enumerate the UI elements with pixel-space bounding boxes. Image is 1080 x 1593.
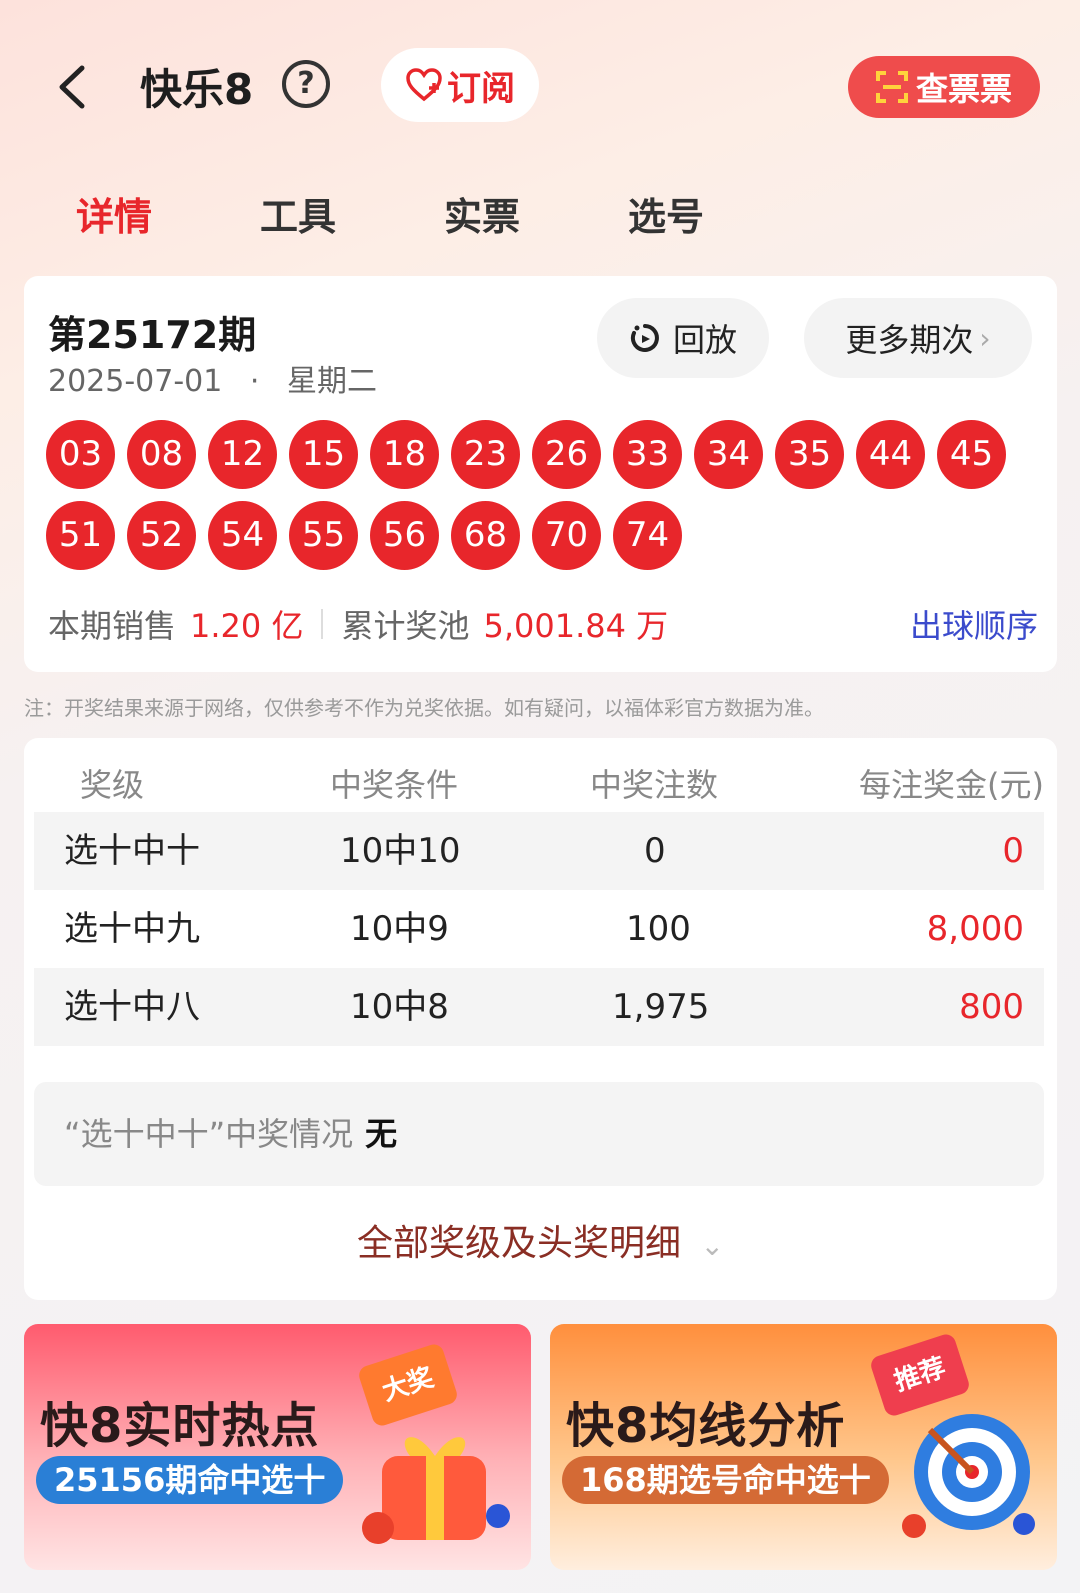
tab-number-picker[interactable]: 选号	[628, 186, 704, 241]
replay-icon	[630, 324, 659, 352]
number-ball: 12	[208, 420, 277, 489]
subscribe-label: 订阅	[447, 68, 515, 109]
replay-label: 回放	[672, 321, 737, 359]
number-ball: 33	[613, 420, 682, 489]
banner-title: 快8实时热点	[40, 1398, 320, 1454]
tab-bar: 详情 工具 实票 选号	[0, 186, 1080, 246]
row-level: 选十中十	[64, 831, 200, 871]
sales-label: 本期销售	[48, 607, 177, 645]
row-amount: 800	[959, 987, 1024, 1027]
help-icon[interactable]: ?	[282, 60, 330, 108]
moving-average-banner[interactable]: 推荐 快8均线分析 168期选号命中选十	[550, 1324, 1057, 1570]
header-count: 中奖注数	[590, 766, 719, 804]
header-amount: 每注奖金(元)	[859, 766, 1044, 804]
tab-real-tickets[interactable]: 实票	[444, 186, 520, 241]
number-ball: 08	[127, 420, 196, 489]
banner-subtitle: 168期选号命中选十	[562, 1456, 889, 1504]
table-row: 选十中九 10中9 100 8,000	[34, 890, 1044, 968]
winner-label: “选十中十”中奖情况	[64, 1115, 354, 1153]
prize-table-header: 奖级 中奖条件 中奖注数 每注奖金(元)	[34, 760, 1044, 816]
gift-box-icon	[362, 1437, 510, 1544]
row-count: 100	[626, 909, 691, 949]
header-condition: 中奖条件	[330, 766, 459, 804]
draw-date-line: 2025-07-01 · 星期二	[48, 356, 377, 400]
all-levels-toggle[interactable]: 全部奖级及头奖明细 ⌄	[24, 1214, 1057, 1266]
row-amount: 8,000	[926, 909, 1024, 949]
row-condition: 10中9	[350, 909, 449, 949]
pool-value: 5,001.84 万	[483, 607, 669, 645]
check-ticket-label: 查票票	[915, 70, 1012, 108]
row-level: 选十中九	[64, 909, 200, 949]
number-ball: 44	[856, 420, 925, 489]
row-level: 选十中八	[64, 987, 200, 1027]
draw-result-card: 第25172期 2025-07-01 · 星期二 回放 更多期次 › 03 08 1…	[24, 276, 1057, 672]
page-title: 快乐8	[140, 65, 254, 114]
number-ball: 15	[289, 420, 358, 489]
issue-number: 第25172期	[48, 313, 257, 357]
all-levels-label: 全部奖级及头奖明细	[357, 1223, 682, 1264]
more-issues-button[interactable]: 更多期次 ›	[804, 298, 1032, 378]
number-ball: 23	[451, 420, 520, 489]
row-count: 1,975	[612, 987, 710, 1027]
stats-divider	[321, 609, 324, 639]
number-ball: 34	[694, 420, 763, 489]
row-amount: 0	[1002, 831, 1024, 871]
hot-spot-banner[interactable]: 大奖 快8实时热点 25156期命中选十	[24, 1324, 531, 1570]
number-ball: 35	[775, 420, 844, 489]
draw-order-link[interactable]: 出球顺序	[910, 601, 1038, 647]
number-ball: 51	[46, 501, 115, 570]
number-ball: 54	[208, 501, 277, 570]
tab-details[interactable]: 详情	[76, 186, 152, 241]
top-bar: 快乐8 ? 订阅 查票票	[0, 40, 1080, 130]
sales-value: 1.20 亿	[190, 607, 304, 645]
draw-weekday: 星期二	[287, 364, 377, 399]
number-ball: 70	[532, 501, 601, 570]
number-ball: 74	[613, 501, 682, 570]
row-condition: 10中10	[340, 831, 461, 871]
replay-button[interactable]: 回放	[597, 298, 769, 378]
date-separator: ·	[249, 364, 260, 399]
number-ball: 45	[937, 420, 1006, 489]
header-level: 奖级	[80, 766, 145, 804]
dartboard-icon	[902, 1414, 1035, 1538]
banner-title: 快8均线分析	[566, 1398, 846, 1454]
row-count: 0	[644, 831, 666, 871]
sales-stats: 本期销售 1.20 亿 累计奖池 5,001.84 万 出球顺序	[48, 602, 1038, 646]
number-ball: 55	[289, 501, 358, 570]
number-ball: 68	[451, 501, 520, 570]
number-ball: 52	[127, 501, 196, 570]
winner-value: 无	[365, 1115, 398, 1153]
scan-icon	[875, 71, 908, 103]
top-prize-winner-box: “选十中十”中奖情况无	[34, 1082, 1044, 1186]
chevron-down-icon: ⌄	[700, 1229, 724, 1262]
number-ball: 56	[370, 501, 439, 570]
row-condition: 10中8	[350, 987, 449, 1027]
heart-plus-icon	[406, 68, 442, 102]
pool-label: 累计奖池	[341, 607, 470, 645]
disclaimer-note: 注：开奖结果来源于网络，仅供参考不作为兑奖依据。如有疑问，以福体彩官方数据为准。	[24, 696, 824, 720]
more-issues-label: 更多期次	[845, 321, 974, 359]
number-ball: 18	[370, 420, 439, 489]
check-ticket-button[interactable]: 查票票	[848, 56, 1040, 118]
back-arrow-icon[interactable]	[52, 64, 92, 110]
tab-tools[interactable]: 工具	[260, 186, 336, 241]
winning-numbers: 03 08 12 15 18 23 26 33 34 35 44 45 51 52 54 55 56 68 70 74	[46, 420, 1036, 570]
number-ball: 26	[532, 420, 601, 489]
table-row: 选十中八 10中8 1,975 800	[34, 968, 1044, 1046]
subscribe-button[interactable]: 订阅	[381, 48, 539, 122]
prize-card: 奖级 中奖条件 中奖注数 每注奖金(元) 选十中十 10中10 0 0 选十中九…	[24, 738, 1057, 1300]
chevron-right-icon: ›	[979, 321, 991, 355]
table-row: 选十中十 10中10 0 0	[34, 812, 1044, 890]
draw-date: 2025-07-01	[48, 364, 223, 399]
number-ball: 03	[46, 420, 115, 489]
banner-subtitle: 25156期命中选十	[36, 1456, 344, 1504]
